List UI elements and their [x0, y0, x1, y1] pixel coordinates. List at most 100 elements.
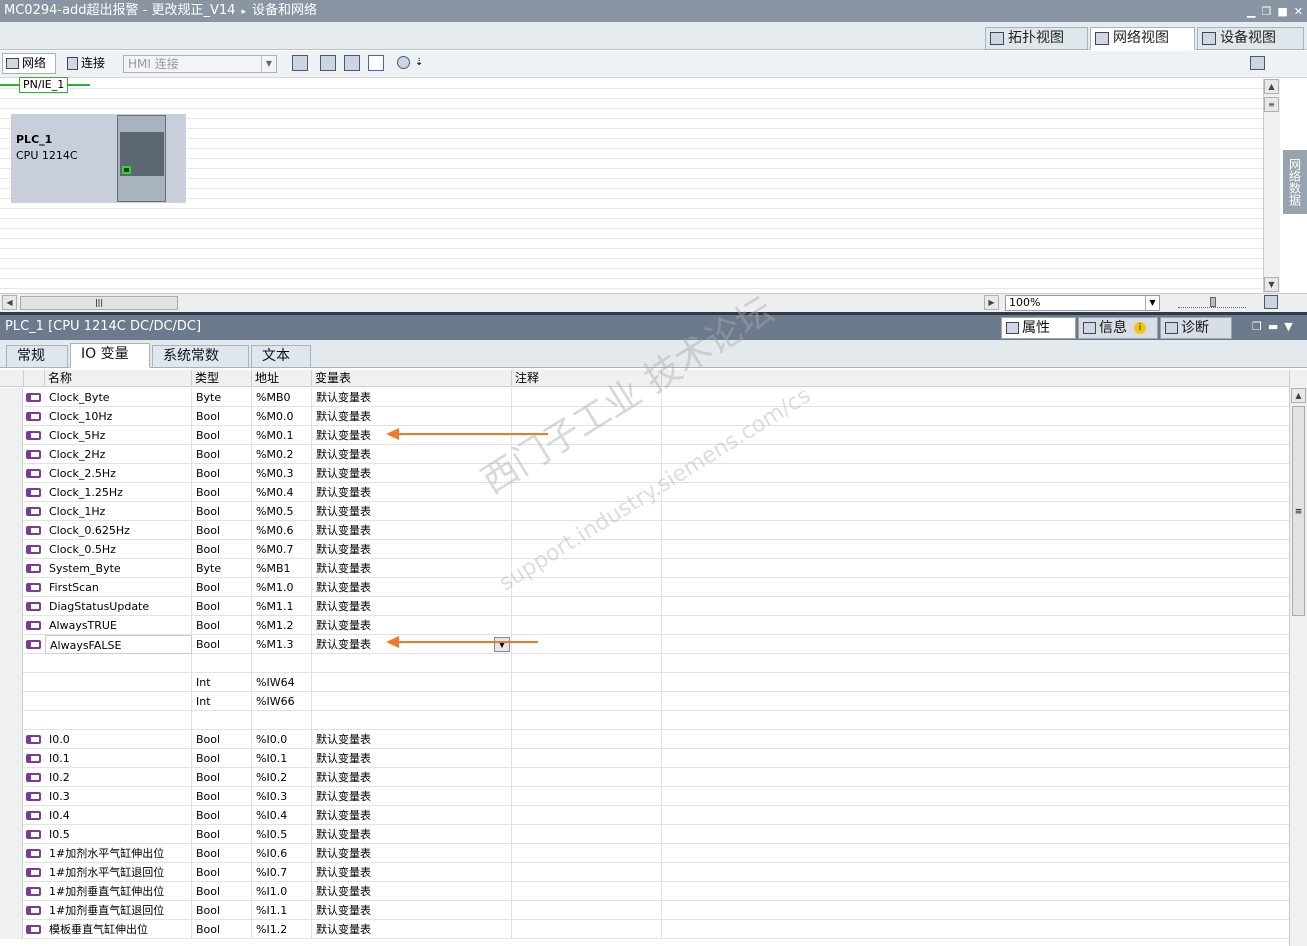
row-header[interactable]	[0, 521, 23, 540]
cell-table[interactable]: 默认变量表	[312, 768, 512, 787]
table-row[interactable]: AlwaysFALSE Bool %M1.3 默认变量表 ▼	[0, 635, 1289, 654]
cell-table[interactable]: 默认变量表	[312, 540, 512, 559]
row-header[interactable]	[0, 749, 23, 768]
cell-address[interactable]	[252, 654, 312, 673]
table-row[interactable]: Clock_2Hz Bool %M0.2 默认变量表	[0, 445, 1289, 464]
tab-texts[interactable]: 文本	[251, 345, 311, 368]
hmi-connection-select[interactable]: HMI 连接 ▼	[123, 55, 277, 73]
cell-name[interactable]: 1#加剂垂直气缸伸出位	[45, 882, 192, 901]
profinet-port-icon[interactable]	[122, 166, 131, 174]
row-header[interactable]	[0, 920, 23, 939]
cell-name[interactable]: I0.0	[45, 730, 192, 749]
cell-type[interactable]: Bool	[192, 635, 252, 654]
row-header[interactable]	[0, 863, 23, 882]
table-row[interactable]	[0, 654, 1289, 673]
tab-topology-view[interactable]: 拓扑视图	[985, 27, 1088, 50]
cell-name[interactable]: I0.3	[45, 787, 192, 806]
table-row[interactable]: DiagStatusUpdate Bool %M1.1 默认变量表	[0, 597, 1289, 616]
table-row[interactable]: 模板垂直气缸伸出位 Bool %I1.2 默认变量表	[0, 920, 1289, 939]
cell-name[interactable]	[45, 692, 192, 711]
collapse-icon[interactable]: ▼	[1284, 320, 1292, 333]
row-header[interactable]	[0, 730, 23, 749]
minimize-icon[interactable]: ▁	[1247, 5, 1255, 18]
scroll-menu-icon[interactable]: ≡	[1264, 97, 1279, 112]
cell-address[interactable]: %I1.1	[252, 901, 312, 920]
cell-comment[interactable]	[512, 787, 662, 806]
cell-table[interactable]: 默认变量表	[312, 882, 512, 901]
cell-table[interactable]: 默认变量表	[312, 920, 512, 939]
cell-address[interactable]: %M1.3	[252, 635, 312, 654]
download-arrow-icon[interactable]: ⇣	[415, 57, 423, 68]
cell-comment[interactable]	[512, 597, 662, 616]
cell-name[interactable]: Clock_10Hz	[45, 407, 192, 426]
cell-type[interactable]: Bool	[192, 578, 252, 597]
cell-table[interactable]: 默认变量表	[312, 521, 512, 540]
cell-name[interactable]: 1#加剂垂直气缸退回位	[45, 901, 192, 920]
row-header[interactable]	[0, 768, 23, 787]
table-row[interactable]: 1#加剂垂直气缸退回位 Bool %I1.1 默认变量表	[0, 901, 1289, 920]
cell-table[interactable]: 默认变量表	[312, 806, 512, 825]
zoom-slider-knob[interactable]	[1210, 297, 1216, 307]
cell-comment[interactable]	[512, 806, 662, 825]
cell-comment[interactable]	[512, 502, 662, 521]
tab-general[interactable]: 常规	[6, 345, 68, 368]
row-header[interactable]	[0, 844, 23, 863]
cell-comment[interactable]	[512, 920, 662, 939]
cell-name[interactable]: Clock_0.5Hz	[45, 540, 192, 559]
scroll-up-icon[interactable]: ▲	[1264, 79, 1279, 94]
cell-comment[interactable]	[512, 654, 662, 673]
cell-address[interactable]: %I0.1	[252, 749, 312, 768]
row-header[interactable]	[0, 825, 23, 844]
cell-type[interactable]: Bool	[192, 521, 252, 540]
cell-address[interactable]: %M0.4	[252, 483, 312, 502]
scroll-up-icon[interactable]: ▲	[1291, 388, 1306, 403]
cell-comment[interactable]	[512, 540, 662, 559]
cell-address[interactable]: %MB1	[252, 559, 312, 578]
cell-type[interactable]: Bool	[192, 825, 252, 844]
table-row[interactable]: Clock_5Hz Bool %M0.1 默认变量表	[0, 426, 1289, 445]
row-header[interactable]	[0, 654, 23, 673]
cell-type[interactable]: Bool	[192, 616, 252, 635]
cell-table[interactable]: 默认变量表	[312, 464, 512, 483]
table-row[interactable]: Clock_1Hz Bool %M0.5 默认变量表	[0, 502, 1289, 521]
cell-name[interactable]	[45, 711, 192, 730]
cell-name[interactable]: FirstScan	[45, 578, 192, 597]
cell-type[interactable]: Bool	[192, 806, 252, 825]
cell-type[interactable]: Bool	[192, 730, 252, 749]
cell-comment[interactable]	[512, 635, 662, 654]
connect-mode-button[interactable]: 连接	[63, 53, 117, 74]
highlight-connections-icon[interactable]	[320, 55, 336, 71]
table-row[interactable]: Int %IW66	[0, 692, 1289, 711]
close-icon[interactable]: ✕	[1294, 5, 1303, 18]
zoom-select[interactable]: 100% ▼	[1005, 295, 1160, 311]
cell-table[interactable]: 默认变量表	[312, 407, 512, 426]
cell-type[interactable]: Bool	[192, 407, 252, 426]
column-header-comment[interactable]: 注释	[512, 370, 662, 387]
cell-type[interactable]: Byte	[192, 388, 252, 407]
row-header[interactable]	[0, 578, 23, 597]
cell-type[interactable]: Bool	[192, 882, 252, 901]
row-header[interactable]	[0, 445, 23, 464]
cell-type[interactable]: Bool	[192, 768, 252, 787]
cell-address[interactable]: %I0.2	[252, 768, 312, 787]
table-row[interactable]: Clock_2.5Hz Bool %M0.3 默认变量表	[0, 464, 1289, 483]
cell-name[interactable]: DiagStatusUpdate	[45, 597, 192, 616]
cell-type[interactable]: Bool	[192, 787, 252, 806]
cell-comment[interactable]	[512, 844, 662, 863]
zoom-in-icon[interactable]	[397, 56, 410, 69]
cell-type[interactable]: Bool	[192, 464, 252, 483]
cell-type[interactable]: Bool	[192, 920, 252, 939]
column-header-name[interactable]: 名称	[45, 370, 192, 387]
cell-table[interactable]: 默认变量表	[312, 787, 512, 806]
tab-network-view[interactable]: 网络视图	[1090, 27, 1195, 50]
table-row[interactable]: Clock_1.25Hz Bool %M0.4 默认变量表	[0, 483, 1289, 502]
table-row[interactable]: AlwaysTRUE Bool %M1.2 默认变量表	[0, 616, 1289, 635]
table-vertical-scrollbar[interactable]: ▲ ≡	[1289, 370, 1307, 946]
cell-name[interactable]: I0.1	[45, 749, 192, 768]
cell-table[interactable]: 默认变量表	[312, 844, 512, 863]
table-row[interactable]: I0.3 Bool %I0.3 默认变量表	[0, 787, 1289, 806]
cell-name[interactable]: AlwaysFALSE	[45, 635, 192, 654]
cell-name[interactable]: Clock_2Hz	[45, 445, 192, 464]
cell-address[interactable]: %I1.0	[252, 882, 312, 901]
cell-table[interactable]: 默认变量表	[312, 616, 512, 635]
